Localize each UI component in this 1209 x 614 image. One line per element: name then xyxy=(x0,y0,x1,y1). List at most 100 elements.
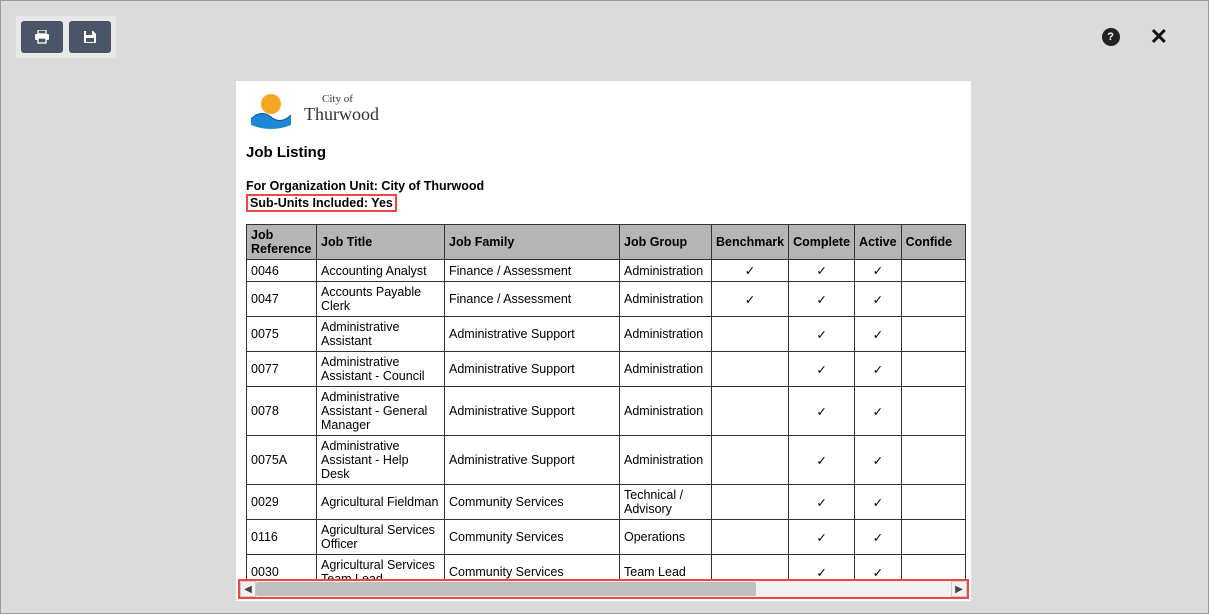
table-cell: 0075 xyxy=(247,317,317,352)
th-confid: Confide xyxy=(901,225,965,260)
table-cell: 0047 xyxy=(247,282,317,317)
save-button[interactable] xyxy=(69,21,111,53)
table-row: 0047Accounts Payable ClerkFinance / Asse… xyxy=(247,282,966,317)
table-cell xyxy=(901,520,965,555)
report-panel: City of Thurwood Job Listing For Organiz… xyxy=(236,81,971,601)
table-cell: ✓ xyxy=(855,352,902,387)
report-scroll-area[interactable]: City of Thurwood Job Listing For Organiz… xyxy=(236,81,971,579)
horizontal-scrollbar-highlight: ◀ ▶ xyxy=(238,579,969,599)
th-ref: Job Reference xyxy=(247,225,317,260)
table-cell: ✓ xyxy=(789,485,855,520)
table-cell: Agricultural Services Team Lead xyxy=(317,555,445,580)
th-title: Job Title xyxy=(317,225,445,260)
table-cell: ✓ xyxy=(855,317,902,352)
table-cell: Finance / Assessment xyxy=(445,282,620,317)
table-cell xyxy=(901,282,965,317)
table-cell xyxy=(901,260,965,282)
print-icon xyxy=(34,30,50,44)
table-cell: ✓ xyxy=(855,436,902,485)
table-cell xyxy=(901,555,965,580)
table-cell xyxy=(901,436,965,485)
toolbar xyxy=(16,16,116,58)
table-cell: 0030 xyxy=(247,555,317,580)
table-cell xyxy=(712,317,789,352)
logo-text: City of Thurwood xyxy=(304,93,379,125)
table-cell: Administration xyxy=(620,282,712,317)
logo-graphic xyxy=(246,89,296,129)
table-cell: ✓ xyxy=(789,520,855,555)
table-row: 0116Agricultural Services OfficerCommuni… xyxy=(247,520,966,555)
table-cell: ✓ xyxy=(855,555,902,580)
print-button[interactable] xyxy=(21,21,63,53)
table-cell: Community Services xyxy=(445,555,620,580)
scroll-thumb[interactable] xyxy=(256,582,756,596)
table-cell: Administration xyxy=(620,317,712,352)
th-active: Active xyxy=(855,225,902,260)
table-cell xyxy=(712,555,789,580)
save-icon xyxy=(83,30,97,44)
table-cell: Accounting Analyst xyxy=(317,260,445,282)
org-prefix: For Organization Unit: xyxy=(246,179,381,193)
close-icon[interactable]: ✕ xyxy=(1150,26,1168,48)
help-icon[interactable]: ? xyxy=(1102,28,1120,46)
table-row: 0029Agricultural FieldmanCommunity Servi… xyxy=(247,485,966,520)
table-cell: ✓ xyxy=(789,260,855,282)
org-unit-line: For Organization Unit: City of Thurwood xyxy=(246,179,961,193)
table-row: 0075Administrative AssistantAdministrati… xyxy=(247,317,966,352)
table-cell: Administrative Support xyxy=(445,317,620,352)
table-row: 0075AAdministrative Assistant - Help Des… xyxy=(247,436,966,485)
scroll-track[interactable] xyxy=(256,581,951,597)
table-row: 0046Accounting AnalystFinance / Assessme… xyxy=(247,260,966,282)
table-cell xyxy=(712,387,789,436)
table-cell: Administrative Assistant - Help Desk xyxy=(317,436,445,485)
logo-row: City of Thurwood xyxy=(246,89,961,129)
table-cell: ✓ xyxy=(712,282,789,317)
table-cell: Team Lead xyxy=(620,555,712,580)
table-cell: ✓ xyxy=(789,282,855,317)
table-cell: Administrative Support xyxy=(445,352,620,387)
table-cell xyxy=(712,485,789,520)
table-cell: ✓ xyxy=(855,282,902,317)
table-cell xyxy=(712,352,789,387)
table-cell: 0116 xyxy=(247,520,317,555)
table-cell: ✓ xyxy=(789,436,855,485)
table-cell: Operations xyxy=(620,520,712,555)
table-cell: Agricultural Fieldman xyxy=(317,485,445,520)
table-cell: Community Services xyxy=(445,520,620,555)
table-cell: 0029 xyxy=(247,485,317,520)
logo-big-text: Thurwood xyxy=(304,104,379,124)
table-cell: Administrative Support xyxy=(445,436,620,485)
table-cell: 0046 xyxy=(247,260,317,282)
table-cell: ✓ xyxy=(855,260,902,282)
table-cell: Finance / Assessment xyxy=(445,260,620,282)
table-cell: 0077 xyxy=(247,352,317,387)
table-cell: Administrative Assistant - Council xyxy=(317,352,445,387)
th-family: Job Family xyxy=(445,225,620,260)
table-cell: ✓ xyxy=(855,485,902,520)
scroll-left-button[interactable]: ◀ xyxy=(240,581,256,597)
table-cell: ✓ xyxy=(789,317,855,352)
scroll-right-button[interactable]: ▶ xyxy=(951,581,967,597)
table-row: 0030Agricultural Services Team LeadCommu… xyxy=(247,555,966,580)
table-cell: 0078 xyxy=(247,387,317,436)
table-cell xyxy=(712,436,789,485)
table-cell xyxy=(901,485,965,520)
table-cell: 0075A xyxy=(247,436,317,485)
table-row: 0078Administrative Assistant - General M… xyxy=(247,387,966,436)
report-title: Job Listing xyxy=(246,144,961,161)
table-cell: ✓ xyxy=(789,387,855,436)
top-right-controls: ? ✕ xyxy=(1102,26,1168,48)
table-cell: Agricultural Services Officer xyxy=(317,520,445,555)
table-cell xyxy=(901,352,965,387)
th-complete: Complete xyxy=(789,225,855,260)
job-table: Job Reference Job Title Job Family Job G… xyxy=(246,224,966,579)
table-cell: Administration xyxy=(620,260,712,282)
table-cell: Accounts Payable Clerk xyxy=(317,282,445,317)
table-cell: Administrative Assistant - General Manag… xyxy=(317,387,445,436)
th-group: Job Group xyxy=(620,225,712,260)
table-cell xyxy=(901,317,965,352)
table-cell xyxy=(712,520,789,555)
table-cell: Community Services xyxy=(445,485,620,520)
subunits-highlight: Sub-Units Included: Yes xyxy=(246,194,397,212)
table-cell: Administration xyxy=(620,436,712,485)
